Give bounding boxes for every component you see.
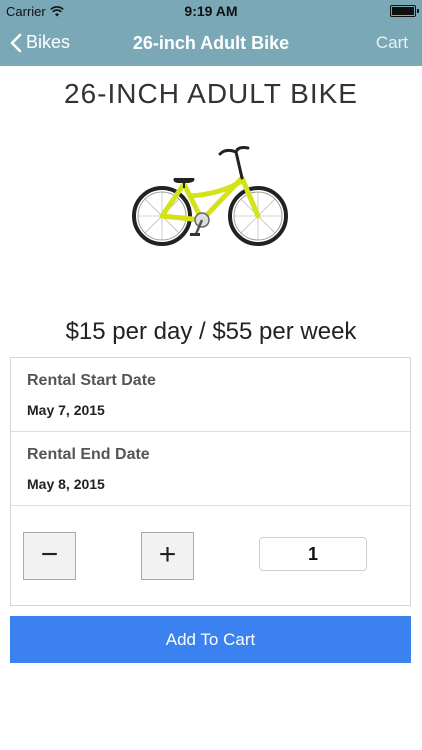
navigation-bar: Bikes 26-inch Adult Bike Cart (0, 22, 422, 66)
quantity-row: − + 1 (11, 506, 410, 605)
product-title: 26-INCH ADULT BIKE (64, 78, 358, 109)
cart-button[interactable]: Cart (376, 33, 408, 53)
status-bar: Carrier 9:19 AM (0, 0, 422, 22)
quantity-field[interactable]: 1 (259, 537, 367, 571)
price-label: $15 per day / $55 per week (65, 318, 357, 345)
decrease-quantity-button[interactable]: − (23, 532, 76, 580)
rental-start-row[interactable]: Rental Start Date May 7, 2015 (11, 358, 410, 432)
rental-end-label: Rental End Date (27, 446, 150, 463)
rental-card: Rental Start Date May 7, 2015 Rental End… (10, 357, 411, 606)
rental-start-value: May 7, 2015 (27, 402, 105, 418)
bike-image (132, 146, 288, 246)
nav-title: 26-inch Adult Bike (132, 33, 290, 53)
rental-start-label: Rental Start Date (27, 372, 156, 389)
increase-quantity-button[interactable]: + (141, 532, 194, 580)
add-to-cart-button[interactable]: Add To Cart (10, 616, 411, 663)
rental-end-row[interactable]: Rental End Date May 8, 2015 (11, 432, 410, 506)
status-time: 9:19 AM (184, 3, 238, 19)
battery-icon (390, 5, 419, 17)
rental-end-value: May 8, 2015 (27, 476, 105, 492)
